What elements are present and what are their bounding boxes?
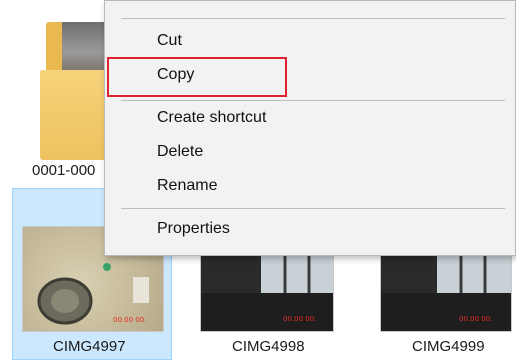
menu-item-create-shortcut[interactable]: Create shortcut (157, 109, 266, 127)
svg-text:00.00 00.: 00.00 00. (113, 316, 146, 324)
file-label: CIMG4998 (232, 338, 305, 355)
menu-item-cut[interactable]: Cut (157, 32, 182, 50)
menu-item-rename[interactable]: Rename (157, 177, 217, 195)
menu-separator (121, 208, 505, 209)
context-menu: Cut Copy Create shortcut Delete Rename P… (104, 0, 516, 256)
menu-item-delete[interactable]: Delete (157, 143, 203, 161)
menu-separator (121, 100, 505, 101)
file-label: CIMG4999 (412, 338, 485, 355)
menu-separator (121, 18, 505, 19)
folder-label: 0001-000 (32, 162, 96, 179)
svg-text:00.00 00.: 00.00 00. (283, 315, 316, 323)
file-label: CIMG4997 (53, 338, 126, 355)
copy-highlight-box (107, 57, 287, 97)
folder-front-flap (40, 70, 106, 160)
svg-text:00.00 00.: 00.00 00. (459, 315, 492, 323)
menu-item-properties[interactable]: Properties (157, 220, 230, 238)
